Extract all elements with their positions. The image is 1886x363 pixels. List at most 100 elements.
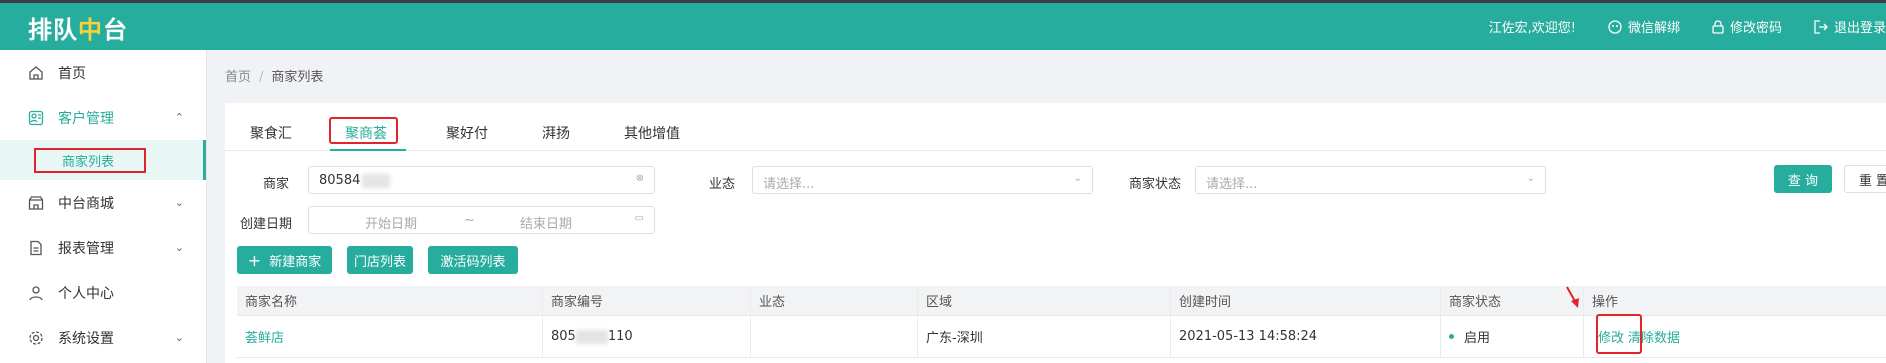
sidebar-item-label: 报表管理 [58, 240, 114, 257]
user-icon [29, 285, 43, 300]
column-header: 商家名称 [237, 286, 543, 315]
merchant-filter-label: 商家 [263, 177, 290, 192]
calendar-icon: ▭ [634, 213, 644, 224]
sidebar-item-label: 中台商城 [58, 195, 114, 212]
sidebar-item-label: 系统设置 [58, 330, 114, 347]
logout-label: 退出登录 [1833, 21, 1886, 36]
tab-other-value-added[interactable]: 其他增值 [624, 123, 680, 143]
redacted-blur [362, 173, 391, 188]
column-header: 操作 [1592, 295, 1619, 310]
breadcrumb-current: 商家列表 [271, 70, 324, 85]
logout-icon [1814, 19, 1828, 34]
customer-icon [28, 110, 44, 125]
change-password-label: 修改密码 [1729, 21, 1782, 36]
annotation-arrow-icon [1566, 286, 1579, 308]
sidebar-item-customer-mgmt[interactable]: 客户管理 ⌃ [0, 95, 206, 140]
change-password-link[interactable]: 修改密码 [1712, 17, 1782, 36]
column-header: 商家状态 [1441, 286, 1584, 315]
merchant-status-label: 商家状态 [1129, 177, 1182, 192]
report-icon [30, 240, 42, 255]
chevron-down-icon: ⌄ [1073, 173, 1082, 184]
merchant-id-suffix: 110 [607, 329, 633, 344]
sidebar-item-label: 首页 [58, 65, 86, 82]
created-date-label: 创建日期 [240, 217, 293, 232]
activation-code-list-button[interactable]: 激活码列表 [428, 246, 518, 274]
status-dot-icon [1449, 334, 1454, 339]
sidebar-nav: 首页 客户管理 ⌃ 商家列表 中台商城 ⌄ 报表管理 ⌄ 个人中心 系统设置 ⌄ [0, 50, 207, 363]
plus-icon: + [247, 250, 262, 270]
top-header-bar: 排队中台 江佐宏,欢迎您! 微信解绑 修改密码 退出登录 [0, 0, 1886, 50]
redacted-blur [575, 329, 608, 344]
status-text: 启用 [1464, 331, 1491, 346]
lock-icon [1712, 19, 1724, 34]
business-type-label: 业态 [709, 177, 736, 192]
logo-text-highlight: 中 [78, 16, 103, 44]
query-button[interactable]: 查 询 [1774, 165, 1832, 193]
merchant-id-prefix: 805 [551, 329, 576, 344]
wechat-icon [1608, 19, 1622, 34]
sidebar-item-personal-center[interactable]: 个人中心 [0, 270, 206, 315]
chevron-up-icon: ⌃ [174, 111, 184, 124]
new-merchant-label: 新建商家 [269, 254, 322, 270]
logout-link[interactable]: 退出登录 [1814, 17, 1886, 36]
wechat-unbind-label: 微信解绑 [1627, 21, 1680, 36]
table-header: 商家名称 商家编号 业态 区域 创建时间 商家状态 操作 [237, 286, 1886, 316]
main-content-panel: 聚食汇 聚商荟 聚好付 湃扬 其他增值 商家 80584 ⊗ 业态 请选择...… [225, 103, 1886, 363]
tab-bar: 聚食汇 聚商荟 聚好付 湃扬 其他增值 [225, 103, 1886, 151]
wechat-unbind-link[interactable]: 微信解绑 [1608, 17, 1680, 36]
chevron-down-icon: ⌄ [174, 241, 184, 254]
merchant-name-link[interactable]: 荟鲜店 [237, 316, 543, 357]
chevron-down-icon: ⌄ [174, 196, 184, 209]
home-icon [29, 65, 43, 80]
merchant-id-cell: 805 110 [543, 316, 751, 357]
start-date-placeholder: 开始日期 [365, 217, 418, 232]
tab-jushihui[interactable]: 聚食汇 [250, 123, 292, 143]
column-header: 业态 [751, 286, 918, 315]
annotation-highlight-box [1596, 314, 1642, 354]
sidebar-item-home[interactable]: 首页 [0, 50, 206, 95]
table-row: 荟鲜店 805 110 广东-深圳 2021-05-13 14:58:24 启用 … [237, 314, 1886, 358]
clear-icon[interactable]: ⊗ [636, 173, 644, 184]
breadcrumb-home-link[interactable]: 首页 [225, 70, 251, 85]
sidebar-subitem-merchant-list[interactable]: 商家列表 [0, 140, 206, 180]
region-cell: 广东-深圳 [918, 316, 1171, 357]
merchant-status-select[interactable]: 请选择... ⌄ [1195, 166, 1546, 194]
merchant-search-input[interactable]: 80584 ⊗ [308, 166, 655, 194]
sidebar-item-mall[interactable]: 中台商城 ⌄ [0, 180, 206, 225]
tab-juhaofu[interactable]: 聚好付 [446, 123, 488, 143]
app-logo: 排队中台 [28, 10, 128, 45]
logo-text-suffix: 台 [103, 16, 128, 44]
sidebar-item-label: 客户管理 [58, 110, 114, 127]
reset-button[interactable]: 重 置 [1844, 165, 1886, 193]
chevron-down-icon: ⌄ [1526, 173, 1535, 184]
new-merchant-button[interactable]: + 新建商家 [237, 246, 332, 274]
merchant-status-placeholder: 请选择... [1206, 177, 1258, 192]
merchant-table: 商家名称 商家编号 业态 区域 创建时间 商家状态 操作 荟鲜店 805 110 … [237, 286, 1886, 358]
sidebar-item-system-settings[interactable]: 系统设置 ⌄ [0, 315, 206, 360]
created-time-cell: 2021-05-13 14:58:24 [1171, 316, 1441, 357]
gear-icon [29, 330, 43, 345]
merchant-input-text: 80584 [319, 173, 361, 188]
active-tab-indicator [330, 149, 406, 151]
breadcrumb: 首页 / 商家列表 [225, 66, 323, 85]
store-list-button[interactable]: 门店列表 [347, 246, 413, 274]
date-range-picker[interactable]: 开始日期 ~ 结束日期 ▭ [308, 206, 655, 234]
breadcrumb-separator: / [259, 70, 264, 85]
tab-paiyang[interactable]: 湃扬 [542, 123, 570, 143]
business-type-select[interactable]: 请选择... ⌄ [752, 166, 1093, 194]
active-indicator [203, 140, 206, 180]
sidebar-item-report-mgmt[interactable]: 报表管理 ⌄ [0, 225, 206, 270]
annotation-highlight-box [329, 117, 398, 144]
logo-text-prefix: 排队 [28, 16, 78, 44]
business-type-placeholder: 请选择... [763, 177, 815, 192]
annotation-highlight-box [34, 148, 146, 173]
welcome-text: 江佐宏,欢迎您! [1488, 21, 1576, 36]
sidebar-item-label: 个人中心 [58, 285, 114, 302]
header-user-menu: 江佐宏,欢迎您! 微信解绑 修改密码 退出登录 [1457, 17, 1886, 36]
status-cell: 启用 [1441, 316, 1584, 357]
column-header: 商家编号 [543, 286, 751, 315]
business-type-cell [751, 316, 918, 357]
store-icon [28, 195, 44, 210]
chevron-down-icon: ⌄ [174, 331, 184, 344]
column-header: 创建时间 [1171, 286, 1441, 315]
